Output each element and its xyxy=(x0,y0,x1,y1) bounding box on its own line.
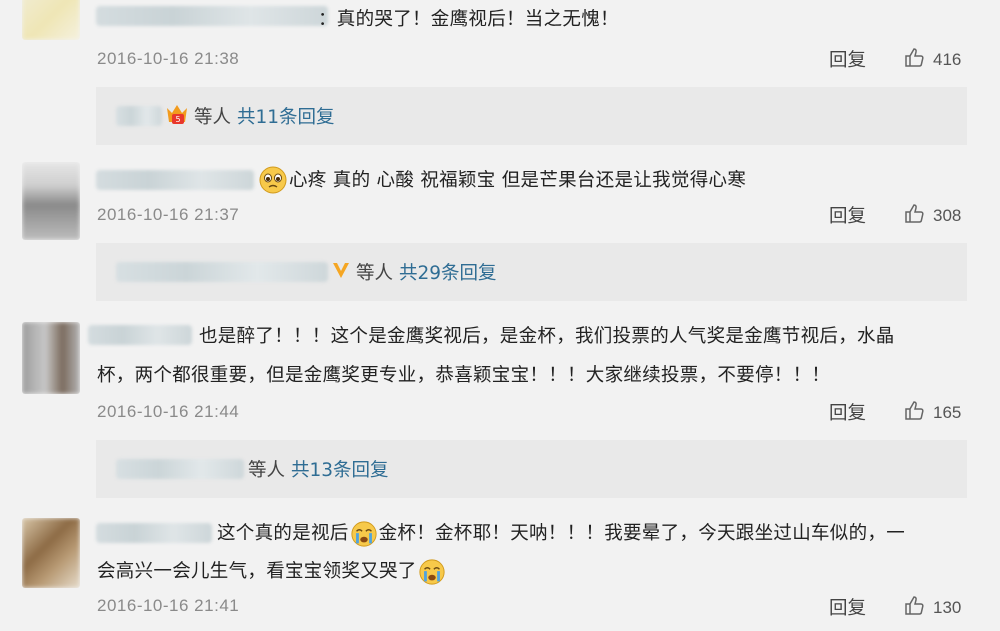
sub-replies-box[interactable]: 5 等人 共11条回复 xyxy=(96,87,967,145)
comment-time: 2016-10-16 21:38 xyxy=(97,49,240,68)
reply-button[interactable]: 回复 xyxy=(829,46,866,72)
reply-button[interactable]: 回复 xyxy=(829,594,866,620)
view-replies-link[interactable]: 共13条回复 xyxy=(291,456,389,482)
avatar[interactable] xyxy=(22,162,80,240)
comment-text-part1: 这个真的是视后 xyxy=(217,523,349,544)
reply-button[interactable]: 回复 xyxy=(829,202,866,228)
comment-text-part3: 会高兴一会儿生气，看宝宝领奖又哭了 xyxy=(97,561,417,582)
pleading-face-icon xyxy=(258,165,288,199)
view-replies-link[interactable]: 共11条回复 xyxy=(237,103,335,129)
avatar[interactable] xyxy=(22,518,80,588)
reply-button[interactable]: 回复 xyxy=(829,399,866,425)
like-button[interactable]: 130 xyxy=(903,594,961,622)
avatar[interactable] xyxy=(22,322,80,394)
comment-text: 心疼 真的 心酸 祝福颖宝 但是芒果台还是让我觉得心寒 xyxy=(289,170,747,191)
username[interactable] xyxy=(96,523,212,543)
username[interactable] xyxy=(96,170,254,190)
thumbs-up-icon xyxy=(903,46,927,74)
vip-badge-icon: 5 xyxy=(164,102,190,131)
crying-face-icon xyxy=(349,521,379,547)
like-button[interactable]: 308 xyxy=(903,202,961,230)
sub-replies-box[interactable]: 等人 共13条回复 xyxy=(96,440,967,498)
avatar[interactable] xyxy=(22,0,80,40)
view-replies-link[interactable]: 共29条回复 xyxy=(399,259,497,285)
comment-text: 这个真的是视后 金杯！金杯耶！天呐！！！我要晕了，今天跟坐过山车似的，一 xyxy=(217,515,905,552)
sub-replies-others: 等人 xyxy=(356,263,394,284)
thumbs-up-icon xyxy=(903,399,927,427)
like-count: 308 xyxy=(933,206,962,225)
username[interactable] xyxy=(96,6,328,26)
comment-time: 2016-10-16 21:44 xyxy=(97,402,240,421)
reply-username[interactable] xyxy=(116,106,162,126)
like-button[interactable]: 165 xyxy=(903,399,961,427)
like-count: 416 xyxy=(933,50,962,69)
reply-username[interactable] xyxy=(116,262,328,282)
verified-v-icon xyxy=(330,259,352,286)
sub-replies-others: 等人 xyxy=(194,107,232,128)
thumbs-up-icon xyxy=(903,202,927,230)
comment-text-line2: 会高兴一会儿生气，看宝宝领奖又哭了 xyxy=(97,553,447,590)
comment-text-line2: 杯，两个都很重要，但是金鹰奖更专业，恭喜颖宝宝！！！大家继续投票，不要停！！！ xyxy=(97,365,831,386)
like-button[interactable]: 416 xyxy=(903,46,961,74)
username[interactable] xyxy=(88,325,192,345)
reply-username[interactable] xyxy=(116,459,244,479)
like-count: 165 xyxy=(933,403,962,422)
svg-text:5: 5 xyxy=(175,115,180,124)
comment-time: 2016-10-16 21:41 xyxy=(97,596,240,615)
like-count: 130 xyxy=(933,598,962,617)
comment-time: 2016-10-16 21:37 xyxy=(97,205,240,224)
comment-text-part2: 金杯！金杯耶！天呐！！！我要晕了，今天跟坐过山车似的，一 xyxy=(378,523,906,544)
sub-replies-others: 等人 xyxy=(248,460,286,481)
sub-replies-box[interactable]: 等人 共29条回复 xyxy=(96,243,967,301)
comment-text: 也是醉了！！！这个是金鹰奖视后，是金杯，我们投票的人气奖是金鹰节视后，水晶 xyxy=(199,326,895,347)
thumbs-up-icon xyxy=(903,594,927,622)
comment-text: ：真的哭了！金鹰视后！当之无愧！ xyxy=(318,9,619,30)
crying-face-icon xyxy=(417,559,447,585)
